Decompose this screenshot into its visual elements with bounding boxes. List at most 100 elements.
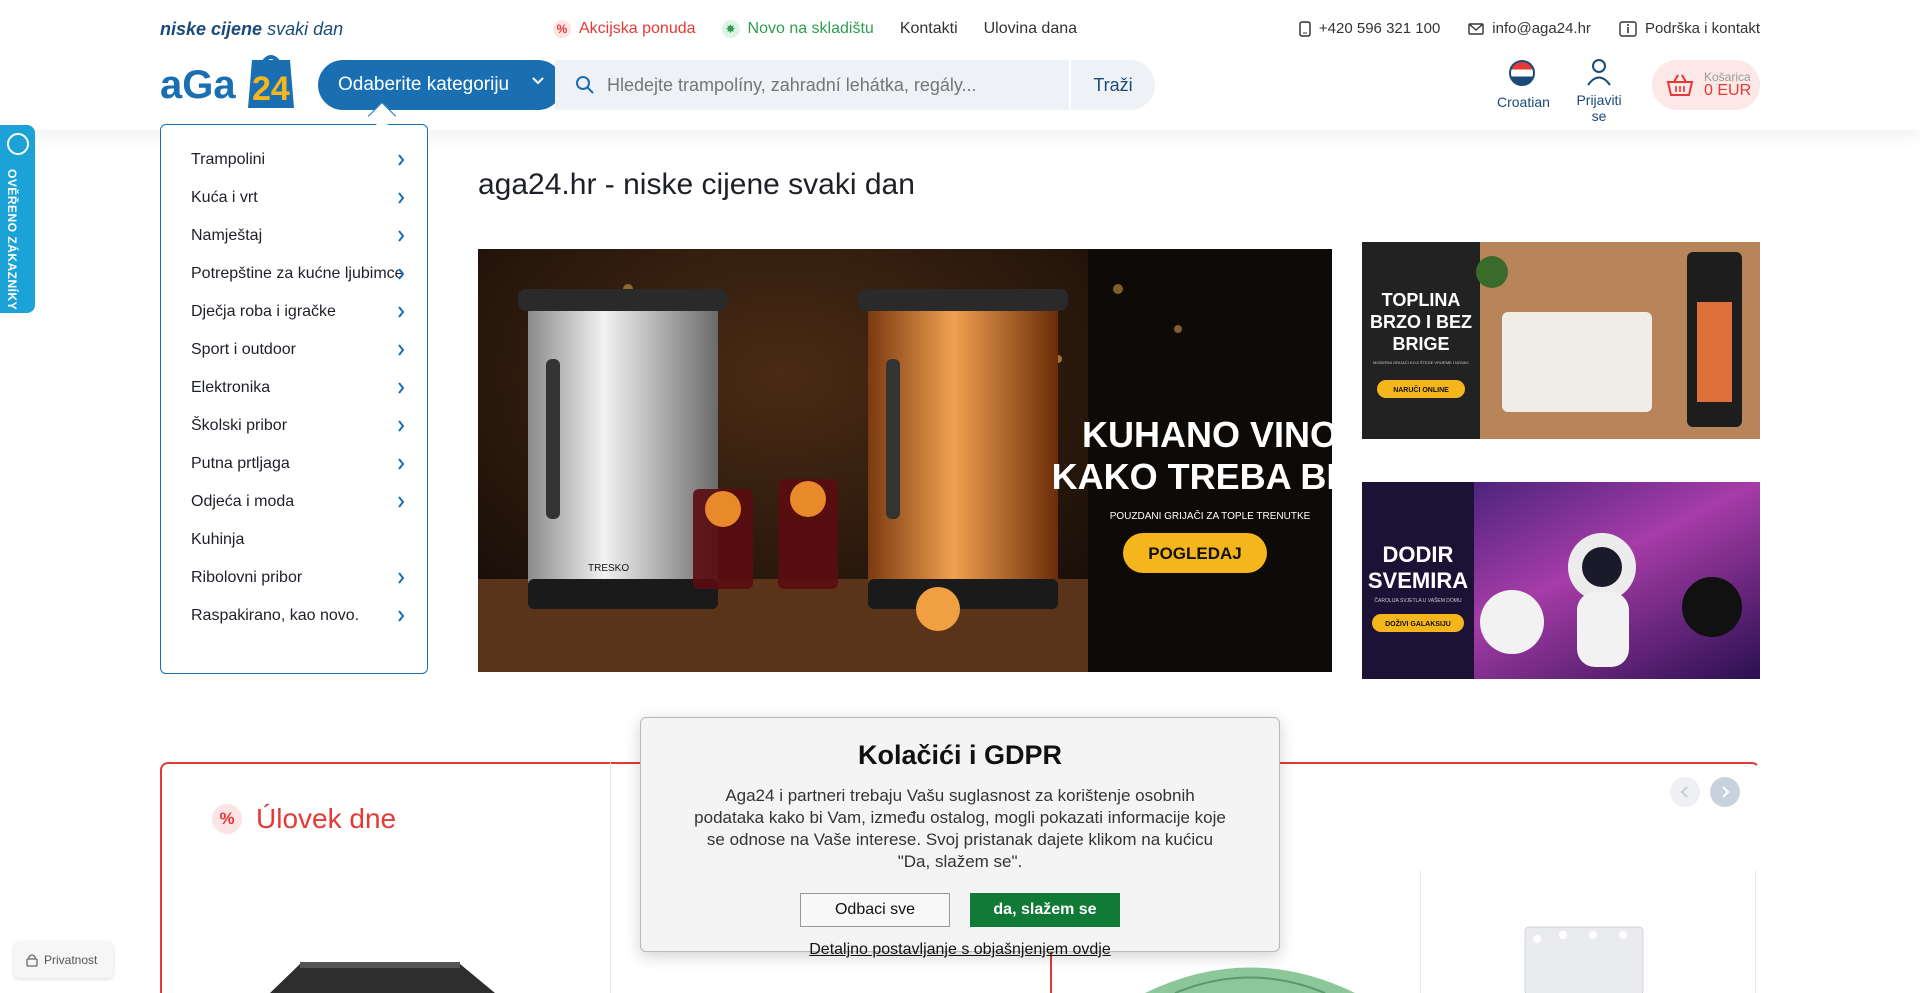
lock-icon bbox=[26, 954, 38, 967]
category-item[interactable]: Trampolini bbox=[161, 141, 427, 179]
category-label: Odjeća i moda bbox=[191, 493, 295, 510]
chevron-right-icon bbox=[398, 420, 405, 432]
svg-text:KAKO TREBA BITI: KAKO TREBA BITI bbox=[1052, 456, 1332, 497]
privacy-button[interactable]: Privatnost bbox=[14, 942, 113, 978]
svg-text:KUHANO VINO: KUHANO VINO bbox=[1082, 414, 1332, 455]
category-label: Namještaj bbox=[191, 227, 263, 244]
category-item[interactable]: Školski pribor bbox=[161, 407, 427, 445]
cart-total: 0 EUR bbox=[1704, 82, 1752, 99]
support-link[interactable]: Podrška i kontakt bbox=[1619, 20, 1760, 37]
svg-text:MODERNI GRIJAĆI KOJI ŠTEDE VRI: MODERNI GRIJAĆI KOJI ŠTEDE VRIJEME I NOV… bbox=[1373, 360, 1469, 365]
phone-icon bbox=[1299, 20, 1311, 37]
percent-icon: % bbox=[553, 20, 571, 38]
promo-banner-astronaut[interactable]: DODIR SVEMIRA ČAROLIJA SVJETLA U VAŠEM D… bbox=[1362, 482, 1760, 679]
category-item[interactable]: Putna prtljaga bbox=[161, 445, 427, 483]
phone-link[interactable]: +420 596 321 100 bbox=[1299, 20, 1440, 37]
verified-customers-badge[interactable]: OVĚŘENO ZÁKAZNÍKY bbox=[0, 125, 35, 313]
svg-text:NARUČI ONLINE: NARUČI ONLINE bbox=[1393, 385, 1449, 394]
column-divider bbox=[1420, 870, 1421, 993]
promo-banner-heaters[interactable]: TOPLINA BRZO I BEZ BRIGE MODERNI GRIJAĆI… bbox=[1362, 242, 1760, 439]
nav-akcijska-ponuda[interactable]: % Akcijska ponuda bbox=[553, 20, 696, 38]
category-item[interactable]: Kuhinja bbox=[161, 521, 427, 559]
cookie-consent-dialog: Kolačići i GDPR Aga24 i partneri trebaju… bbox=[640, 717, 1280, 958]
category-label: Dječja roba i igračke bbox=[191, 303, 336, 320]
cart-button[interactable]: Košarica 0 EUR bbox=[1652, 60, 1760, 110]
nav-label: Novo na skladištu bbox=[747, 20, 874, 37]
category-item[interactable]: Raspakirano, kao novo. bbox=[161, 597, 427, 635]
category-item[interactable]: Sport i outdoor bbox=[161, 331, 427, 369]
chevron-left-icon bbox=[1680, 786, 1688, 798]
hero-banner[interactable]: TRESKO KUHANO VINO KAKO TREBA BITI POUZD… bbox=[478, 249, 1332, 672]
category-label: Potrepštine za kućne ljubimce bbox=[191, 265, 404, 282]
svg-text:BRIGE: BRIGE bbox=[1392, 334, 1449, 354]
svg-text:TOPLINA: TOPLINA bbox=[1382, 290, 1461, 310]
email-link[interactable]: info@aga24.hr bbox=[1468, 20, 1591, 37]
search-bar: Traži bbox=[555, 60, 1155, 110]
top-navigation: % Akcijska ponuda ✸ Novo na skladištu Ko… bbox=[553, 20, 1103, 38]
cookie-details-link[interactable]: Detaljno postavljanje s objašnjenjem ovd… bbox=[641, 941, 1279, 959]
category-label: Školski pribor bbox=[191, 417, 288, 434]
nav-label: Akcijska ponuda bbox=[579, 20, 696, 37]
column-divider bbox=[1755, 870, 1756, 993]
search-button[interactable]: Traži bbox=[1069, 60, 1155, 110]
chevron-right-icon bbox=[398, 154, 405, 166]
category-label: Ribolovni pribor bbox=[191, 569, 303, 586]
category-label: Kuća i vrt bbox=[191, 189, 258, 206]
category-item[interactable]: Odjeća i moda bbox=[161, 483, 427, 521]
decline-all-button[interactable]: Odbaci sve bbox=[800, 893, 950, 927]
category-dropdown-button[interactable]: Odaberite kategoriju bbox=[318, 60, 563, 110]
category-item[interactable]: Namještaj bbox=[161, 217, 427, 255]
nav-ulovina-dana[interactable]: Ulovina dana bbox=[984, 20, 1077, 38]
carousel-next-button[interactable] bbox=[1710, 777, 1740, 807]
verified-seal-icon bbox=[6, 133, 29, 155]
search-input[interactable] bbox=[607, 74, 1047, 96]
login-button[interactable]: Prijaviti se bbox=[1568, 58, 1630, 124]
category-item[interactable]: Ribolovni pribor bbox=[161, 559, 427, 597]
user-icon bbox=[1587, 59, 1611, 86]
percent-icon: % bbox=[212, 804, 242, 834]
product-image-mirror[interactable] bbox=[1523, 925, 1645, 993]
category-label: Putna prtljaga bbox=[191, 455, 290, 472]
category-item[interactable]: Elektronika bbox=[161, 369, 427, 407]
category-menu: Trampolini Kuća i vrt Namještaj Potrepštine… bbox=[160, 124, 428, 674]
category-item[interactable]: Dječja roba i igračke bbox=[161, 293, 427, 331]
category-item[interactable]: Potrepštine za kućne ljubimce bbox=[161, 255, 427, 293]
chevron-right-icon bbox=[398, 610, 405, 622]
svg-text:ČAROLIJA SVJETLA U VAŠEM DOMU: ČAROLIJA SVJETLA U VAŠEM DOMU bbox=[1374, 597, 1462, 604]
product-image-gazebo[interactable] bbox=[260, 958, 500, 993]
page-title: aga24.hr - niske cijene svaki dan bbox=[478, 168, 915, 201]
chevron-right-icon bbox=[398, 458, 405, 470]
product-image-greenhouse[interactable] bbox=[1135, 962, 1365, 993]
mail-icon bbox=[1468, 22, 1484, 35]
category-label: Sport i outdoor bbox=[191, 341, 296, 358]
nav-novo-na-skladistu[interactable]: ✸ Novo na skladištu bbox=[721, 20, 874, 38]
site-header: niske cijene svaki dan aGa 24 % Akcijska… bbox=[0, 0, 1920, 130]
chevron-down-icon bbox=[532, 77, 544, 85]
search-icon bbox=[576, 76, 594, 94]
contact-bar: +420 596 321 100 info@aga24.hr Podrška i… bbox=[1271, 20, 1760, 37]
svg-text:TRESKO: TRESKO bbox=[588, 563, 629, 574]
svg-text:POUZDANI GRIJAČI ZA TOPLE TREN: POUZDANI GRIJAČI ZA TOPLE TRENUTKE bbox=[1110, 509, 1311, 522]
svg-text:SVEMIRA: SVEMIRA bbox=[1368, 568, 1468, 593]
verified-label: OVĚŘENO ZÁKAZNÍKY bbox=[5, 169, 19, 311]
category-item[interactable]: Kuća i vrt bbox=[161, 179, 427, 217]
star-icon: ✸ bbox=[721, 20, 740, 38]
chevron-right-icon bbox=[398, 268, 405, 280]
deal-title: Úlovek dne bbox=[256, 803, 397, 834]
croatian-flag-icon bbox=[1509, 60, 1535, 86]
svg-text:POGLEDAJ: POGLEDAJ bbox=[1148, 544, 1242, 563]
category-label: Trampolini bbox=[191, 151, 266, 168]
svg-text:BRZO I BEZ: BRZO I BEZ bbox=[1370, 312, 1472, 332]
svg-text:24: 24 bbox=[252, 70, 290, 108]
deal-header: % Úlovek dne bbox=[212, 803, 396, 835]
accept-button[interactable]: da, slažem se bbox=[970, 893, 1120, 927]
category-label: Elektronika bbox=[191, 379, 271, 396]
chevron-right-icon bbox=[398, 496, 405, 508]
aga24-logo[interactable]: aGa 24 bbox=[160, 50, 298, 110]
chevron-right-icon bbox=[398, 382, 405, 394]
carousel-prev-button[interactable] bbox=[1670, 777, 1700, 807]
chevron-right-icon bbox=[398, 572, 405, 584]
nav-kontakti[interactable]: Kontakti bbox=[900, 20, 958, 38]
svg-text:DOŽIVI GALAKSIJU: DOŽIVI GALAKSIJU bbox=[1385, 619, 1451, 628]
language-selector[interactable]: Croatian bbox=[1497, 60, 1550, 110]
